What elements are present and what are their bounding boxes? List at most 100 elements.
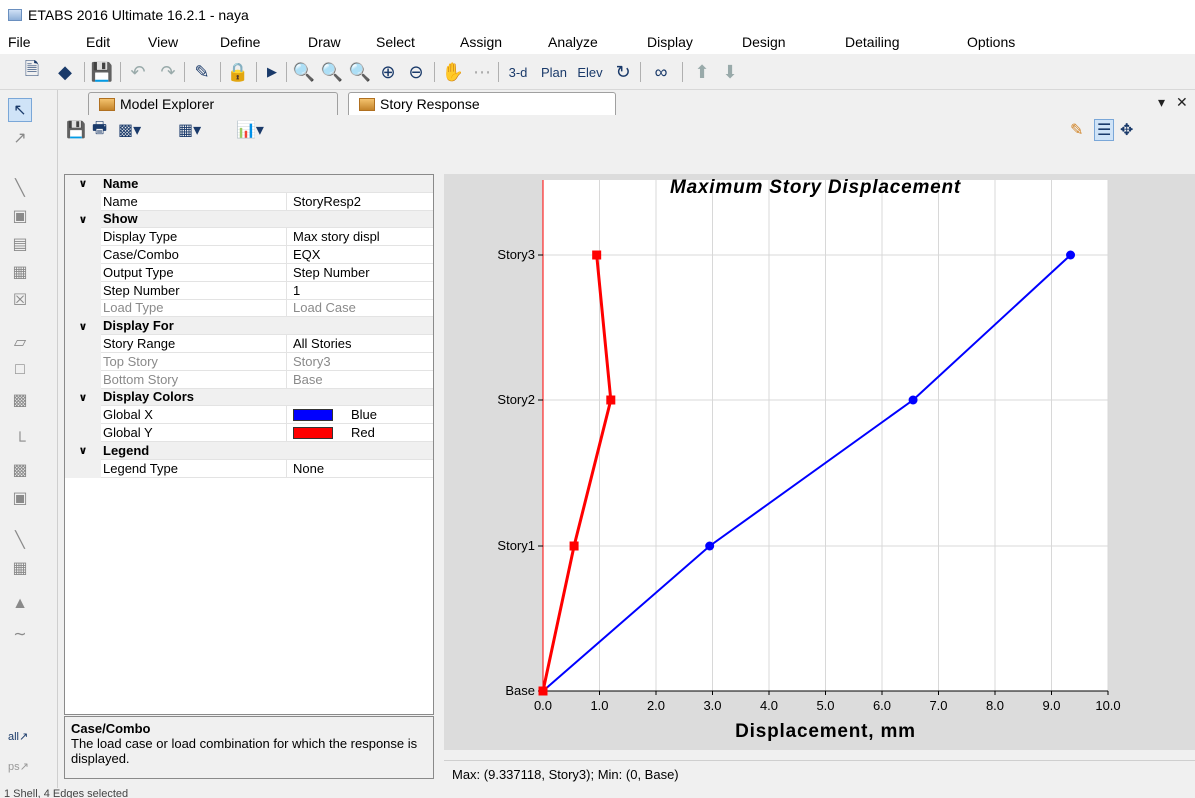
- property-category[interactable]: ∨ Show: [65, 210, 433, 229]
- menu-select[interactable]: Select: [376, 34, 415, 50]
- pencil-icon[interactable]: ✎: [190, 60, 214, 84]
- perspective-icon[interactable]: ∞: [646, 60, 676, 84]
- draw-dimension-icon[interactable]: ∼: [8, 622, 32, 646]
- property-value[interactable]: Red: [287, 424, 433, 442]
- property-row[interactable]: Story Range All Stories: [65, 335, 433, 353]
- menu-draw[interactable]: Draw: [308, 34, 341, 50]
- rubber-band-icon[interactable]: ⋯: [470, 60, 494, 84]
- color-swatch[interactable]: [293, 426, 333, 439]
- property-category[interactable]: ∨ Name: [65, 175, 433, 193]
- menu-analyze[interactable]: Analyze: [548, 34, 598, 50]
- chart-type-icon[interactable]: 📊▾: [236, 119, 264, 141]
- move-down-icon[interactable]: ⬇: [718, 60, 742, 84]
- table-icon[interactable]: ▦▾: [178, 119, 201, 141]
- property-value[interactable]: 1: [287, 282, 433, 300]
- property-value[interactable]: Load Case: [287, 300, 433, 318]
- zoom-previous-icon[interactable]: 🔍: [348, 60, 372, 84]
- select-previous-icon[interactable]: ps↗: [8, 760, 38, 782]
- redo-icon[interactable]: ↷: [156, 60, 180, 84]
- reshape-icon[interactable]: ↗: [8, 126, 32, 150]
- menu-edit[interactable]: Edit: [86, 34, 110, 50]
- draw-null-area-icon[interactable]: ▣: [8, 486, 32, 510]
- save-icon[interactable]: 💾: [90, 60, 114, 84]
- draw-section-cut-icon[interactable]: ▲: [8, 592, 32, 616]
- draw-wall-icon[interactable]: └: [8, 430, 32, 454]
- menu-options[interactable]: Options: [967, 34, 1015, 50]
- view-3d-button[interactable]: 3-d: [504, 60, 532, 84]
- property-row[interactable]: Step Number 1: [65, 281, 433, 300]
- tab-story-response[interactable]: Story Response: [348, 92, 616, 115]
- property-value[interactable]: Story3: [287, 353, 433, 371]
- property-row[interactable]: Global Y Red: [65, 424, 433, 442]
- draw-column-icon[interactable]: ▤: [8, 232, 32, 256]
- zoom-window-icon[interactable]: 🔍: [292, 60, 316, 84]
- menu-display[interactable]: Display: [647, 34, 693, 50]
- color-swatch[interactable]: [293, 408, 333, 421]
- menu-detailing[interactable]: Detailing: [845, 34, 899, 50]
- pointer-icon[interactable]: ↖: [8, 98, 32, 122]
- property-row[interactable]: Display Type Max story displ: [65, 228, 433, 247]
- close-tab-icon[interactable]: ✕: [1176, 94, 1188, 111]
- property-row[interactable]: Legend Type None: [65, 459, 433, 478]
- property-category[interactable]: ∨ Display Colors: [65, 388, 433, 407]
- property-row[interactable]: Case/Combo EQX: [65, 246, 433, 264]
- property-grid-icon[interactable]: ☰: [1094, 119, 1115, 141]
- property-category[interactable]: ∨ Display For: [65, 317, 433, 336]
- property-value[interactable]: All Stories: [287, 335, 433, 353]
- draw-cross-brace-icon[interactable]: ☒: [8, 288, 32, 312]
- draw-grid-icon[interactable]: ▦: [8, 556, 32, 580]
- print-icon[interactable]: 🖶: [92, 119, 107, 141]
- draw-opening-icon[interactable]: ▩: [8, 388, 32, 412]
- zoom-restore-icon[interactable]: 🔍: [320, 60, 344, 84]
- draw-link-icon[interactable]: ╲: [8, 528, 32, 552]
- collapse-chevron-icon[interactable]: ∨: [65, 442, 101, 460]
- tab-dropdown-icon[interactable]: ▾: [1158, 94, 1165, 111]
- property-value[interactable]: None: [287, 460, 433, 478]
- property-row[interactable]: Top Story Story3: [65, 353, 433, 371]
- property-row[interactable]: Name StoryResp2: [65, 192, 433, 211]
- property-category[interactable]: ∨ Legend: [65, 442, 433, 460]
- property-row[interactable]: Bottom Story Base: [65, 370, 433, 389]
- pan-icon[interactable]: ✋: [440, 60, 466, 84]
- move-icon[interactable]: ✥: [1120, 119, 1133, 141]
- move-up-icon[interactable]: ⬆: [690, 60, 714, 84]
- new-model-icon[interactable]: 🗎: [20, 59, 44, 84]
- draw-beam-icon[interactable]: ▦: [8, 260, 32, 284]
- draw-brace-icon[interactable]: ▣: [8, 204, 32, 228]
- select-all-icon[interactable]: all↗: [8, 730, 38, 752]
- menu-design[interactable]: Design: [742, 34, 786, 50]
- collapse-chevron-icon[interactable]: ∨: [65, 388, 101, 407]
- undo-icon[interactable]: ↶: [126, 60, 150, 84]
- menu-define[interactable]: Define: [220, 34, 260, 50]
- draw-rectangle-icon[interactable]: □: [8, 358, 32, 382]
- elevation-view-button[interactable]: Elev: [574, 60, 606, 84]
- zoom-in-icon[interactable]: ⊕: [376, 60, 400, 84]
- zoom-out-icon[interactable]: ⊖: [404, 60, 428, 84]
- draw-floor-icon[interactable]: ▱: [8, 330, 32, 354]
- property-row[interactable]: Global X Blue: [65, 406, 433, 425]
- pencil-edit-icon[interactable]: ✎: [1070, 119, 1083, 141]
- property-value[interactable]: StoryResp2: [287, 193, 433, 211]
- property-row[interactable]: Load Type Load Case: [65, 299, 433, 318]
- rotate-icon[interactable]: ↻: [612, 60, 634, 84]
- property-value[interactable]: Step Number: [287, 264, 433, 282]
- property-row[interactable]: Output Type Step Number: [65, 264, 433, 282]
- run-analysis-icon[interactable]: ▶: [262, 60, 282, 84]
- property-value[interactable]: Max story displ: [287, 228, 433, 247]
- menu-assign[interactable]: Assign: [460, 34, 502, 50]
- collapse-chevron-icon[interactable]: ∨: [65, 317, 101, 336]
- plan-view-button[interactable]: Plan: [538, 60, 570, 84]
- menu-file[interactable]: File: [8, 34, 31, 50]
- property-value[interactable]: Base: [287, 371, 433, 389]
- tab-model-explorer[interactable]: Model Explorer: [88, 92, 338, 115]
- collapse-chevron-icon[interactable]: ∨: [65, 175, 101, 193]
- menu-view[interactable]: View: [148, 34, 178, 50]
- draw-wall-stack-icon[interactable]: ▩: [8, 458, 32, 482]
- draw-line-icon[interactable]: ╲: [8, 176, 32, 200]
- display-options-icon[interactable]: ▩▾: [118, 119, 141, 141]
- collapse-chevron-icon[interactable]: ∨: [65, 210, 101, 229]
- lock-icon[interactable]: 🔒: [226, 60, 250, 84]
- open-model-icon[interactable]: ◆: [52, 60, 78, 84]
- property-value[interactable]: EQX: [287, 246, 433, 264]
- property-value[interactable]: Blue: [287, 406, 433, 425]
